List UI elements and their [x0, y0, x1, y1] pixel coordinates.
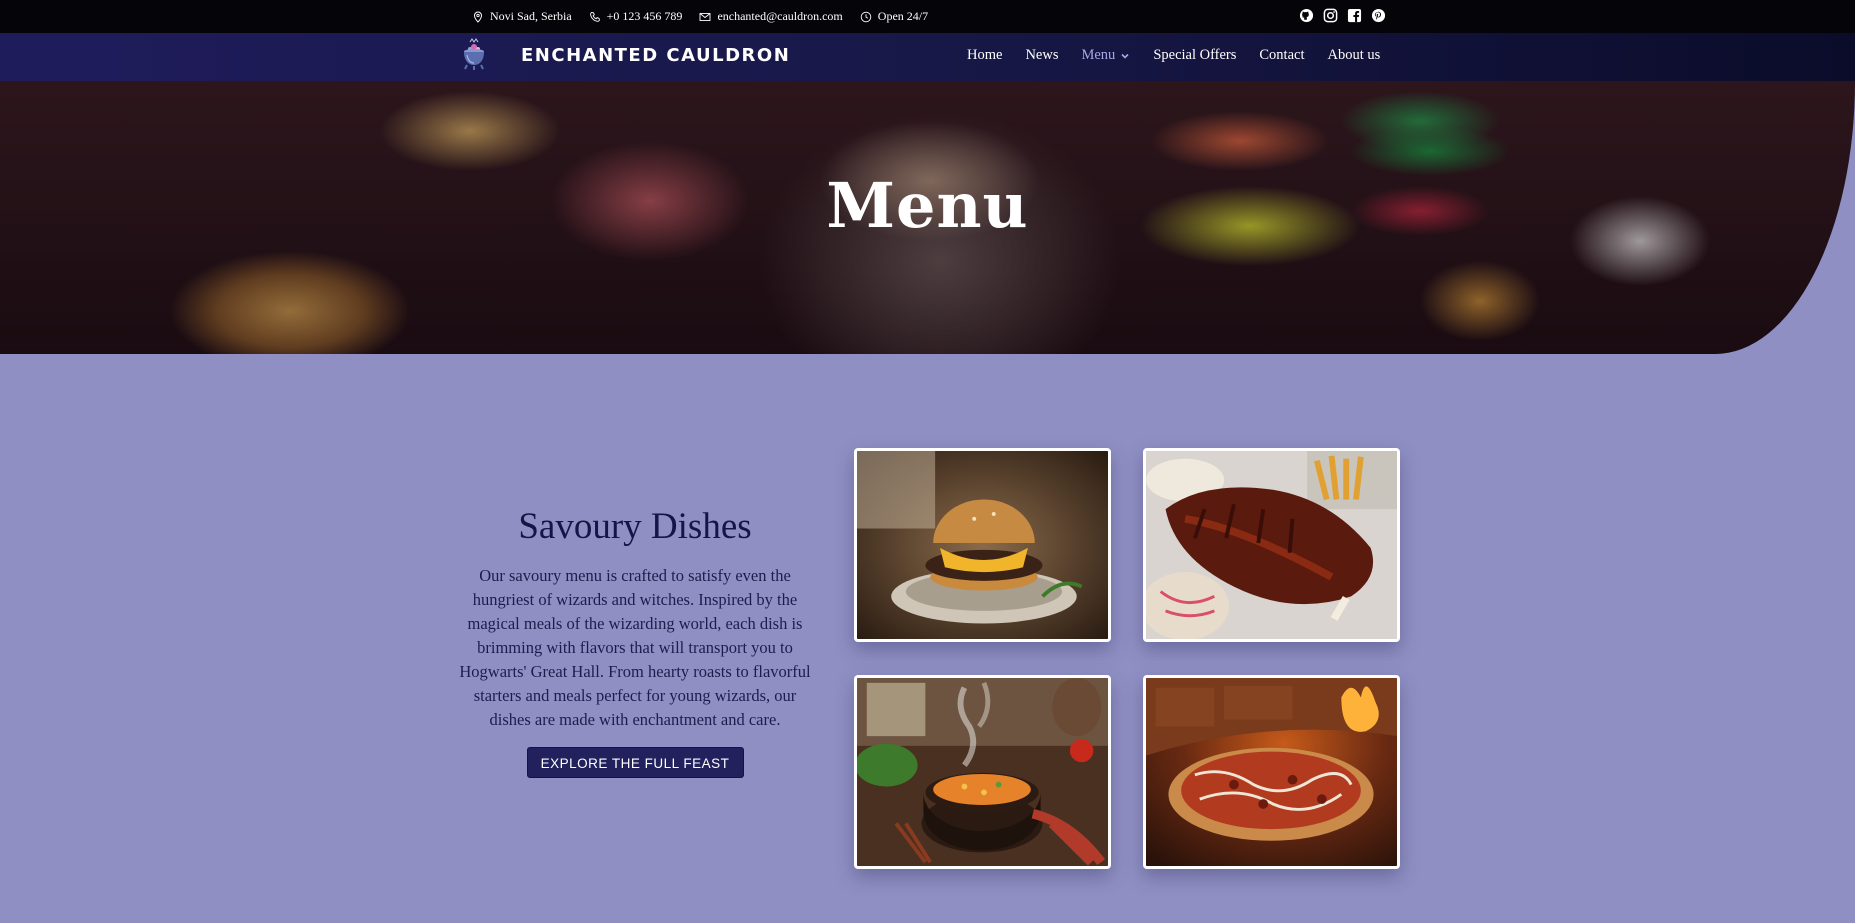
phone-text: +0 123 456 789 — [606, 9, 683, 23]
explore-feast-button[interactable]: EXPLORE THE FULL FEAST — [526, 747, 744, 778]
email-item[interactable]: enchanted@cauldron.com — [699, 9, 843, 24]
nav-link-about[interactable]: About us — [1328, 47, 1381, 64]
nav-link-menu-label: Menu — [1081, 47, 1116, 63]
location-text: Novi Sad, Serbia — [490, 9, 572, 23]
nav-link-news[interactable]: News — [1025, 47, 1058, 64]
map-pin-icon — [473, 10, 483, 23]
ribs-image[interactable] — [1143, 448, 1400, 642]
savoury-section: Savoury Dishes Our savoury menu is craft… — [456, 505, 814, 778]
nav-link-home[interactable]: Home — [967, 47, 1002, 64]
hero-title: Menu — [826, 169, 1029, 242]
section-description: Our savoury menu is crafted to satisfy e… — [459, 566, 811, 729]
email-text: enchanted@cauldron.com — [717, 9, 843, 23]
hours-item: Open 24/7 — [860, 9, 928, 24]
hero-banner: Menu — [0, 81, 1855, 354]
pizza-image[interactable] — [1143, 675, 1400, 869]
soup-image[interactable] — [854, 675, 1111, 869]
nav-link-menu[interactable]: Menu — [1081, 47, 1130, 64]
top-bar: Novi Sad, Serbia +0 123 456 789 enchante… — [0, 0, 1855, 33]
hours-text: Open 24/7 — [877, 9, 929, 23]
mail-icon — [699, 12, 711, 21]
clock-icon — [860, 11, 872, 22]
pinterest-icon[interactable] — [1371, 8, 1386, 23]
section-title: Savoury Dishes — [518, 506, 752, 547]
github-icon[interactable] — [1299, 8, 1314, 23]
brand-name[interactable]: ENCHANTED CAULDRON — [521, 45, 790, 66]
cauldron-logo-icon[interactable] — [458, 38, 490, 72]
nav-link-contact[interactable]: Contact — [1259, 47, 1304, 64]
phone-icon — [589, 11, 600, 22]
instagram-icon[interactable] — [1323, 8, 1338, 23]
main-navbar: ENCHANTED CAULDRON Home News Menu Specia… — [0, 33, 1855, 81]
nav-link-special-offers[interactable]: Special Offers — [1153, 47, 1236, 64]
location-item: Novi Sad, Serbia — [472, 9, 572, 24]
phone-item[interactable]: +0 123 456 789 — [589, 9, 683, 24]
social-links — [1299, 8, 1386, 23]
burger-image[interactable] — [854, 448, 1111, 642]
facebook-icon[interactable] — [1347, 8, 1362, 23]
contact-info: Novi Sad, Serbia +0 123 456 789 enchante… — [472, 0, 928, 33]
chevron-down-icon — [1121, 53, 1129, 59]
nav-links: Home News Menu Special Offers Contact Ab… — [967, 47, 1380, 64]
